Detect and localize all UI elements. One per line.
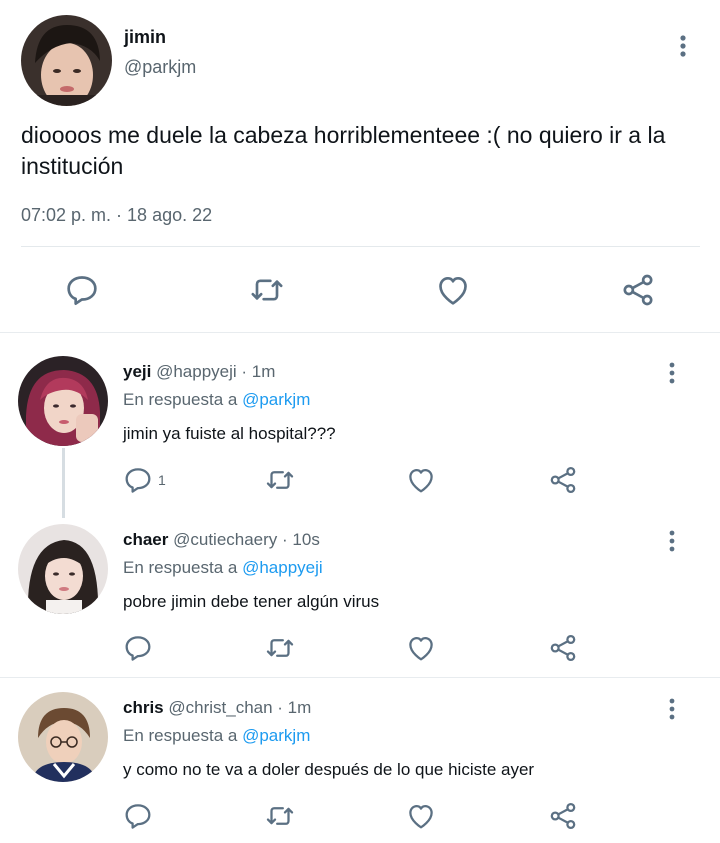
- reply-prefix: En respuesta a: [123, 726, 238, 745]
- more-options-icon[interactable]: [660, 359, 684, 389]
- reply-header: chaer @cutiechaery · 10s: [123, 530, 320, 550]
- author-handle-time[interactable]: @happyeji · 1m: [156, 362, 275, 381]
- avatar[interactable]: [18, 356, 108, 446]
- author-name[interactable]: chris: [123, 698, 164, 717]
- like-icon[interactable]: [404, 463, 438, 497]
- reply-icon[interactable]: [62, 270, 102, 310]
- retweet-icon[interactable]: [263, 799, 297, 833]
- reply-context: En respuesta a @parkjm: [123, 390, 310, 410]
- share-icon[interactable]: [618, 270, 658, 310]
- reply-icon[interactable]: [121, 631, 155, 665]
- more-options-icon[interactable]: [660, 695, 684, 725]
- avatar[interactable]: [18, 692, 108, 782]
- tweet-timestamp: 07:02 p. m. · 18 ago. 22: [21, 205, 213, 225]
- thread-connector: [62, 448, 65, 518]
- reply-count: 1: [158, 472, 166, 488]
- more-options-icon[interactable]: [670, 32, 696, 62]
- divider: [21, 246, 700, 247]
- mention-link[interactable]: @parkjm: [242, 726, 310, 745]
- retweet-icon[interactable]: [263, 631, 297, 665]
- like-icon[interactable]: [404, 799, 438, 833]
- main-tweet: jimin @parkjm dioooos me duele la cabeza…: [0, 0, 720, 333]
- reply-text: pobre jimin debe tener algún virus: [123, 592, 380, 611]
- mention-link[interactable]: @happyeji: [242, 558, 323, 577]
- reply-header: chris @christ_chan · 1m: [123, 698, 311, 718]
- like-icon[interactable]: [433, 270, 473, 310]
- retweet-icon[interactable]: [263, 463, 297, 497]
- reply-icon[interactable]: [121, 463, 155, 497]
- retweet-icon[interactable]: [247, 270, 287, 310]
- reply-text: jimin ya fuiste al hospital???: [123, 424, 336, 443]
- reply-context: En respuesta a @parkjm: [123, 726, 310, 746]
- share-icon[interactable]: [546, 631, 580, 665]
- reply-prefix: En respuesta a: [123, 390, 238, 409]
- author-handle-time[interactable]: @christ_chan · 1m: [168, 698, 311, 717]
- avatar[interactable]: [21, 15, 112, 106]
- reply-text: y como no te va a doler después de lo qu…: [123, 760, 535, 779]
- divider: [0, 677, 720, 678]
- author-name[interactable]: chaer: [123, 530, 168, 549]
- mention-link[interactable]: @parkjm: [242, 390, 310, 409]
- author-name[interactable]: jimin: [124, 27, 166, 48]
- author-handle-time[interactable]: @cutiechaery · 10s: [173, 530, 320, 549]
- share-icon[interactable]: [546, 799, 580, 833]
- author-name[interactable]: yeji: [123, 362, 151, 381]
- avatar[interactable]: [18, 524, 108, 614]
- reply-icon[interactable]: [121, 799, 155, 833]
- reply-prefix: En respuesta a: [123, 558, 238, 577]
- more-options-icon[interactable]: [660, 527, 684, 557]
- tweet-text: dioooos me duele la cabeza horriblemente…: [21, 122, 666, 179]
- like-icon[interactable]: [404, 631, 438, 665]
- reply-context: En respuesta a @happyeji: [123, 558, 323, 578]
- reply-header: yeji @happyeji · 1m: [123, 362, 275, 382]
- tweet-thread: jimin @parkjm dioooos me duele la cabeza…: [0, 0, 720, 843]
- share-icon[interactable]: [546, 463, 580, 497]
- author-handle[interactable]: @parkjm: [124, 57, 196, 78]
